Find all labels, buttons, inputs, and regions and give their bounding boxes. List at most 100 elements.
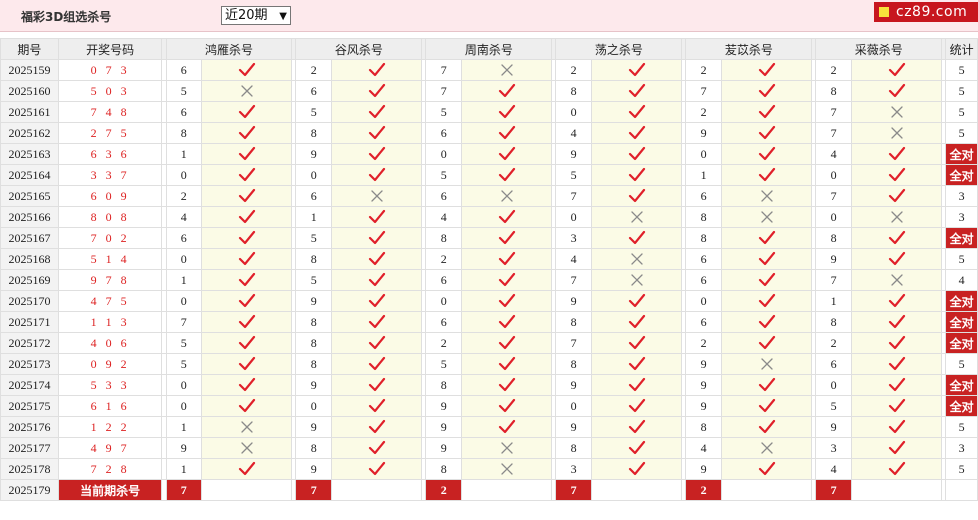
hit-mark-cell bbox=[850, 353, 943, 375]
col-header-draw: 开奖号码 bbox=[57, 38, 163, 60]
kill-number-cell: 6 bbox=[165, 227, 203, 249]
logo-square-icon bbox=[879, 7, 889, 17]
kill-number-cell: 9 bbox=[295, 290, 332, 312]
kill-number-cell: 8 bbox=[815, 227, 852, 249]
miss-mark-cell bbox=[850, 269, 943, 291]
site-logo[interactable]: cz89.com bbox=[874, 2, 978, 22]
kill-number-cell: 2 bbox=[555, 59, 592, 81]
hit-mark-cell bbox=[720, 311, 813, 333]
check-icon bbox=[238, 461, 255, 476]
miss-mark-cell bbox=[720, 437, 813, 459]
miss-mark-cell bbox=[590, 248, 683, 270]
kill-number-cell: 5 bbox=[555, 164, 592, 186]
kill-number-cell: 4 bbox=[555, 248, 592, 270]
cross-icon bbox=[501, 442, 513, 454]
hit-mark-cell bbox=[201, 101, 293, 123]
check-icon bbox=[238, 146, 255, 161]
check-icon bbox=[628, 377, 645, 392]
check-icon bbox=[498, 272, 515, 287]
hit-mark-cell bbox=[720, 290, 813, 312]
draw-number-cell: 4 7 5 bbox=[57, 290, 163, 312]
period-select[interactable]: 近20期 ▼ bbox=[221, 6, 291, 25]
check-icon bbox=[628, 356, 645, 371]
col-header-expert-1: 鸿雁杀号 bbox=[165, 38, 293, 60]
hit-mark-cell bbox=[850, 416, 943, 438]
table-row: 2025176 1 2 21 9 9 9 8 9 5 bbox=[0, 416, 978, 438]
check-icon bbox=[498, 209, 515, 224]
empty-cell bbox=[850, 479, 943, 501]
miss-mark-cell bbox=[850, 122, 943, 144]
draw-number-cell: 6 3 6 bbox=[57, 143, 163, 165]
check-icon bbox=[628, 83, 645, 98]
draw-number-cell: 4 9 7 bbox=[57, 437, 163, 459]
kill-number-cell: 0 bbox=[685, 143, 722, 165]
cross-icon bbox=[241, 85, 253, 97]
check-icon bbox=[368, 125, 385, 140]
hit-mark-cell bbox=[590, 122, 683, 144]
cross-icon bbox=[501, 64, 513, 76]
kill-number-cell: 5 bbox=[295, 101, 332, 123]
hit-mark-cell bbox=[590, 374, 683, 396]
check-icon bbox=[498, 146, 515, 161]
check-icon bbox=[238, 104, 255, 119]
check-icon bbox=[238, 167, 255, 182]
page-title: 福彩3D组选杀号 bbox=[21, 10, 112, 24]
cross-icon bbox=[241, 421, 253, 433]
check-icon bbox=[628, 230, 645, 245]
table-row: 2025171 1 1 3 7 8 6 8 6 8 全对 bbox=[0, 311, 978, 333]
hit-mark-cell bbox=[460, 269, 553, 291]
hit-mark-cell bbox=[590, 332, 683, 354]
kill-number-cell: 7 bbox=[425, 80, 462, 102]
hit-mark-cell bbox=[330, 332, 423, 354]
miss-mark-cell bbox=[201, 80, 293, 102]
check-icon bbox=[888, 356, 905, 371]
kill-number-cell: 4 bbox=[815, 143, 852, 165]
kill-number-cell: 8 bbox=[295, 122, 332, 144]
kill-number-cell: 0 bbox=[815, 206, 852, 228]
issue-cell: 2025176 bbox=[0, 416, 59, 438]
kill-number-cell: 8 bbox=[555, 80, 592, 102]
kill-number-cell: 9 bbox=[555, 416, 592, 438]
kill-number-cell: 0 bbox=[165, 395, 203, 417]
hit-mark-cell bbox=[330, 458, 423, 480]
kill-number-cell: 7 bbox=[815, 269, 852, 291]
current-issue-row: 2025179 当前期杀号 7 7 2 7 2 7 bbox=[0, 479, 978, 501]
kill-number-cell: 6 bbox=[685, 248, 722, 270]
kill-number-cell: 2 bbox=[815, 59, 852, 81]
kill-number-cell: 6 bbox=[815, 353, 852, 375]
table-row: 2025161 7 4 86 5 5 0 2 7 5 bbox=[0, 101, 978, 123]
table-row: 2025178 7 2 81 9 8 3 9 4 5 bbox=[0, 458, 978, 480]
hit-mark-cell bbox=[460, 164, 553, 186]
cross-icon bbox=[890, 274, 903, 286]
draw-number-cell: 5 1 4 bbox=[57, 248, 163, 270]
current-kill-label: 当前期杀号 bbox=[57, 479, 163, 501]
count-cell: 5 bbox=[945, 458, 978, 480]
check-icon bbox=[238, 356, 255, 371]
hit-mark-cell bbox=[590, 290, 683, 312]
hit-mark-cell bbox=[590, 185, 683, 207]
hit-mark-cell bbox=[590, 227, 683, 249]
hit-mark-cell bbox=[720, 332, 813, 354]
hit-mark-cell bbox=[330, 143, 423, 165]
miss-mark-cell bbox=[850, 101, 943, 123]
count-cell: 3 bbox=[945, 206, 978, 228]
check-icon bbox=[368, 314, 385, 329]
check-icon bbox=[758, 104, 775, 119]
cross-icon bbox=[760, 358, 773, 370]
cross-icon bbox=[890, 127, 903, 139]
kill-number-cell: 2 bbox=[685, 101, 722, 123]
kill-number-cell: 2 bbox=[685, 59, 722, 81]
hit-mark-cell bbox=[201, 227, 293, 249]
hit-mark-cell bbox=[330, 248, 423, 270]
kill-number-cell: 0 bbox=[555, 206, 592, 228]
issue-cell: 2025160 bbox=[0, 80, 59, 102]
hit-mark-cell bbox=[720, 374, 813, 396]
hit-mark-cell bbox=[460, 80, 553, 102]
hit-mark-cell bbox=[460, 248, 553, 270]
current-kill-number: 2 bbox=[685, 479, 722, 501]
hit-mark-cell bbox=[330, 416, 423, 438]
kill-number-cell: 5 bbox=[165, 353, 203, 375]
check-icon bbox=[888, 440, 905, 455]
draw-number-cell: 3 3 7 bbox=[57, 164, 163, 186]
hit-mark-cell bbox=[201, 185, 293, 207]
